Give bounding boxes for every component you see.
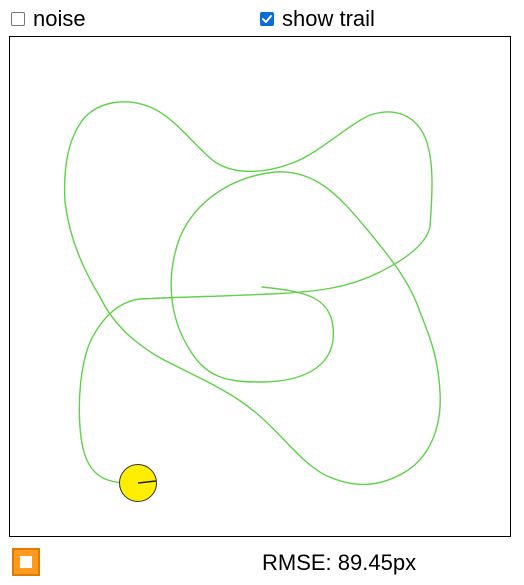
show-trail-label: show trail [282, 6, 375, 31]
checkmark-icon [262, 15, 272, 23]
rmse-readout: RMSE: 89.45px [262, 550, 416, 576]
stop-button[interactable] [12, 548, 40, 576]
robot-trail [63, 101, 441, 486]
simulation-canvas[interactable] [9, 36, 511, 537]
noise-label: noise [33, 6, 86, 31]
rmse-prefix: RMSE: [262, 550, 338, 575]
stop-square-icon [20, 556, 32, 568]
bottom-controls: RMSE: 89.45px [0, 540, 524, 585]
noise-checkbox[interactable] [11, 12, 25, 26]
robot [119, 464, 157, 502]
simulation-drawing [63, 101, 441, 502]
show-trail-checkbox[interactable] [260, 12, 274, 26]
top-controls: noise show trail [0, 0, 524, 36]
rmse-value: 89.45px [337, 550, 417, 575]
show-trail-toggle[interactable]: show trail [260, 6, 375, 32]
noise-toggle[interactable]: noise [11, 6, 86, 32]
